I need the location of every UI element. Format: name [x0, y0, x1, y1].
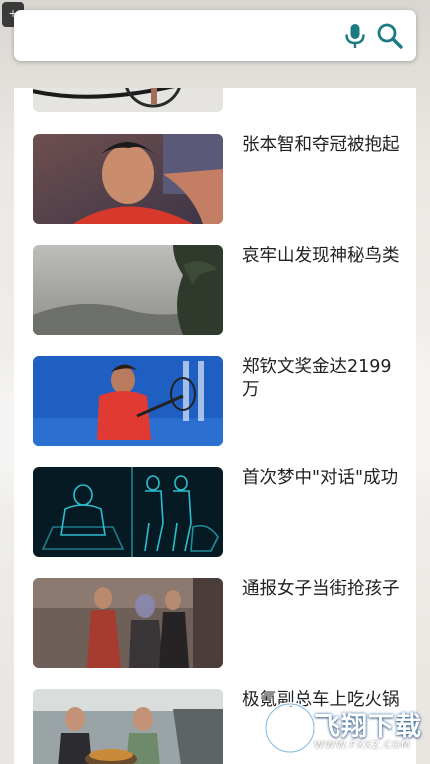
news-thumbnail [33, 578, 223, 668]
news-thumbnail [33, 88, 223, 112]
news-thumbnail [33, 134, 223, 224]
news-item[interactable]: 郑钦文奖金达2199万 [33, 356, 405, 446]
news-thumbnail [33, 245, 223, 335]
news-item[interactable]: 哀牢山发现神秘鸟类 [33, 245, 405, 335]
news-thumbnail [33, 356, 223, 446]
search-bar [14, 10, 416, 61]
news-item[interactable]: 首次梦中"对话"成功 [33, 467, 405, 557]
news-title[interactable]: 张本智和夺冠被抱起 [242, 134, 402, 157]
watermark-text: 飞翔下载 [314, 712, 423, 742]
news-title[interactable]: 郑钦文奖金达2199万 [242, 356, 402, 402]
news-title[interactable]: 首次梦中"对话"成功 [242, 467, 402, 490]
microphone-icon[interactable] [342, 22, 368, 50]
screen: + 张本智和夺冠被抱起 哀牢山发现神秘鸟类 郑钦文奖金达2199万 首次梦中"对… [0, 0, 430, 764]
news-item[interactable]: 通报女子当街抢孩子 [33, 578, 405, 668]
watermark-url: WWW.FXXZ.COM [314, 740, 411, 751]
news-title[interactable]: 通报女子当街抢孩子 [242, 578, 402, 601]
news-item[interactable]: 张本智和夺冠被抱起 [33, 134, 405, 224]
search-icon[interactable] [375, 22, 405, 50]
news-item[interactable] [33, 88, 405, 112]
news-title[interactable]: 哀牢山发现神秘鸟类 [242, 245, 402, 268]
news-feed: 张本智和夺冠被抱起 哀牢山发现神秘鸟类 郑钦文奖金达2199万 首次梦中"对话"… [14, 88, 416, 764]
news-thumbnail [33, 467, 223, 557]
news-thumbnail [33, 689, 223, 764]
watermark-logo: 飞翔下载 WWW.FXXZ.COM [262, 696, 426, 760]
search-input[interactable] [26, 20, 330, 52]
